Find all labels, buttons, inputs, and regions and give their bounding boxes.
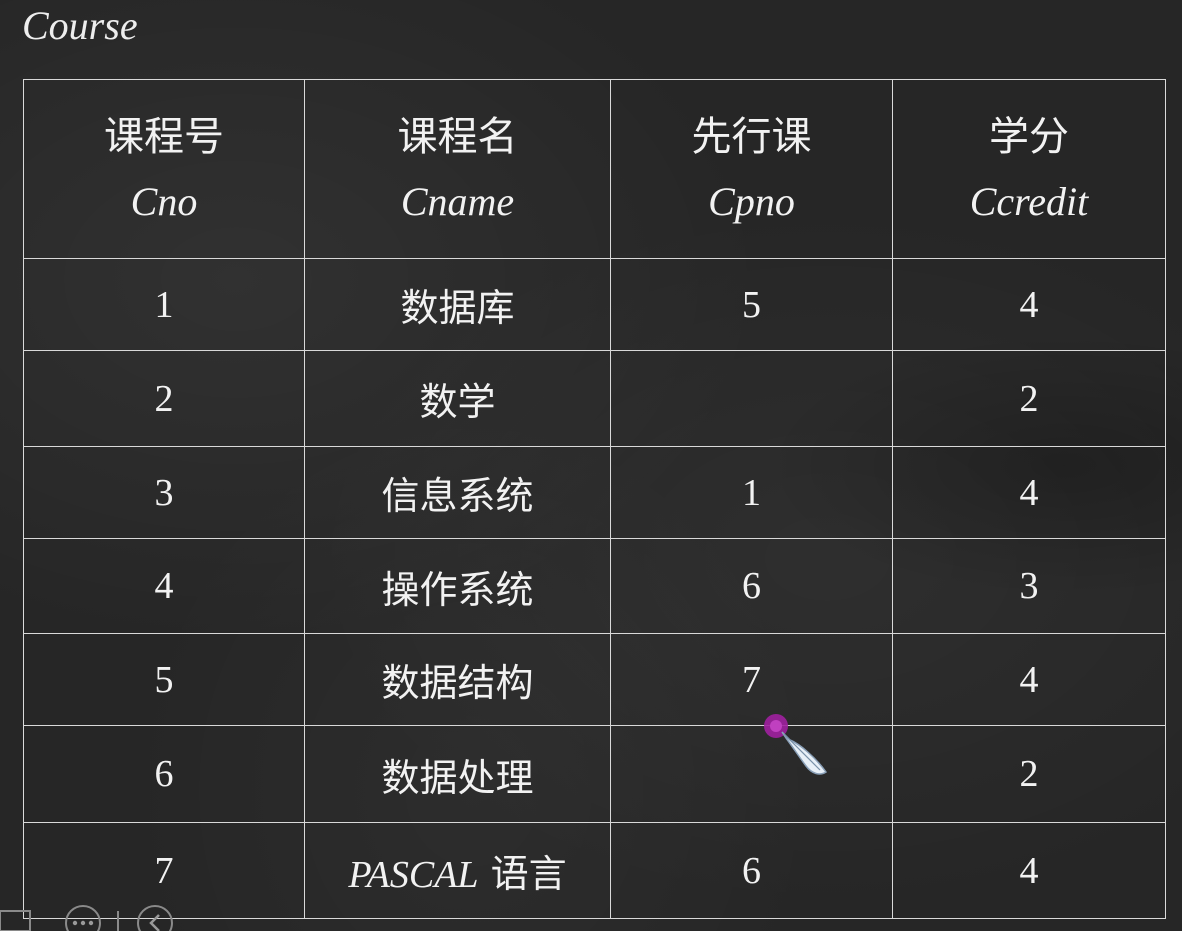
cell-cpno: [610, 725, 893, 823]
cell-cpno: 6: [610, 538, 893, 634]
cell-cname: 操作系统: [304, 538, 611, 634]
header-cno-cn: 课程号: [104, 114, 224, 160]
cell-cname: 数据处理: [304, 725, 611, 823]
cell-cname: 信息系统: [304, 446, 611, 539]
cname-cn-part: 语言: [490, 852, 567, 896]
header-cpno: 先行课 Cpno: [610, 79, 893, 259]
cell-ccredit: 2: [892, 725, 1166, 823]
cell-cpno: [610, 350, 893, 447]
header-cno-en: Cno: [130, 179, 198, 224]
cell-cno: 5: [23, 633, 305, 726]
cell-ccredit: 4: [892, 258, 1166, 351]
header-cname-cn: 课程名: [397, 114, 518, 160]
cell-cno: 3: [23, 446, 305, 539]
cell-ccredit: 4: [892, 822, 1166, 919]
cname-latin-part: PASCAL: [348, 854, 479, 896]
cell-cpno: 5: [610, 258, 893, 351]
cell-ccredit: 4: [892, 446, 1166, 539]
table-row: 4 操作系统 6 3: [23, 538, 1166, 634]
cell-cno: 2: [23, 350, 305, 447]
cell-cpno: 1: [610, 446, 893, 539]
table-row: 1 数据库 5 4: [23, 258, 1166, 351]
cell-cname: 数据结构: [304, 633, 611, 726]
header-cpno-en: Cpno: [708, 179, 795, 224]
header-cpno-cn: 先行课: [691, 114, 812, 160]
feather-pen-icon: [764, 714, 828, 775]
cell-cno: 6: [23, 725, 305, 823]
table-header-row: 课程号 Cno 课程名 Cname 先行课 Cpno 学分 Ccredit: [23, 79, 1166, 259]
header-ccredit: 学分 Ccredit: [892, 79, 1166, 259]
cell-cno: 4: [23, 538, 305, 634]
header-ccredit-en: Ccredit: [969, 179, 1089, 224]
header-cname-en: Cname: [400, 179, 515, 224]
page-title: Course: [22, 3, 138, 48]
table-row: 5 数据结构 7 4: [23, 633, 1166, 726]
table-row: 2 数学 2: [23, 350, 1166, 447]
header-cname: 课程名 Cname: [304, 79, 611, 259]
cell-cname: 数学: [304, 350, 611, 447]
table-row: 6 数据处理 2: [23, 725, 1166, 823]
cell-cname: 数据库: [304, 258, 611, 351]
cell-ccredit: 2: [892, 350, 1166, 447]
more-icon[interactable]: [65, 905, 101, 931]
course-table: 课程号 Cno 课程名 Cname 先行课 Cpno 学分 Ccredit 1 …: [23, 79, 1166, 919]
cell-ccredit: 4: [892, 633, 1166, 726]
cell-cpno: 7: [610, 633, 893, 726]
header-cno: 课程号 Cno: [23, 79, 305, 259]
table-row: 3 信息系统 1 4: [23, 446, 1166, 539]
cell-ccredit: 3: [892, 538, 1166, 634]
cell-cno: 1: [23, 258, 305, 351]
toolbar-edge: [0, 910, 31, 931]
back-icon[interactable]: [137, 905, 173, 931]
cell-cname: PASCAL 语言: [304, 822, 611, 919]
presentation-controls: [0, 905, 173, 931]
header-ccredit-cn: 学分: [989, 114, 1069, 160]
cell-cpno: 6: [610, 822, 893, 919]
